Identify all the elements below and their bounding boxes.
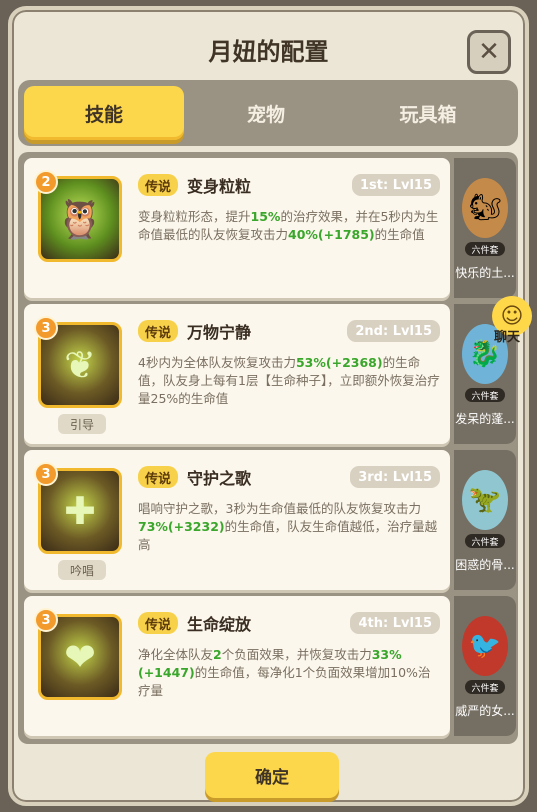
pet-slot[interactable]: 🐦 六件套 威严的女...	[454, 596, 516, 736]
pet-avatar: 🦖	[462, 470, 508, 530]
pet-set-tag: 六件套	[465, 680, 505, 694]
skill-description: 净化全体队友2个负面效果，并恢复攻击力33%(+1447)的生命值，每净化1个负…	[138, 647, 431, 698]
rarity-badge: 传说	[138, 320, 179, 342]
skill-description: 4秒内为全体队友恢复攻击力53%(+2368)的生命值，队友身上每有1层【生命种…	[138, 355, 440, 406]
chat-label: 聊天	[494, 330, 521, 345]
pet-avatar: 🐿	[462, 178, 508, 238]
tab-skills[interactable]: 技能	[24, 86, 184, 140]
skill-level-badge: 3	[34, 462, 58, 486]
skill-level-badge: 2	[34, 170, 58, 194]
dialog-title: 月妞的配置	[208, 38, 329, 66]
skill-name: 生命绽放	[187, 615, 252, 634]
skill-rank: 2nd: Lvl15	[347, 320, 440, 342]
rarity-badge: 传说	[138, 466, 179, 488]
pet-slot[interactable]: 🦖 六件套 困惑的骨...	[454, 450, 516, 590]
pet-avatar: 🐦	[462, 616, 508, 676]
pet-name: 困惑的骨...	[455, 558, 515, 572]
tab-toybox[interactable]: 玩具箱	[348, 86, 508, 140]
skill-name: 万物宁静	[187, 323, 252, 342]
pet-set-tag: 六件套	[465, 388, 505, 402]
pet-slot[interactable]: 🐿 六件套 快乐的土...	[454, 158, 516, 298]
skill-card[interactable]: ❤ 3 传说 生命绽放 4th: Lvl15 净化全体队友2个负面效果，并恢复攻…	[24, 596, 450, 736]
skill-card[interactable]: ❦ 3 引导 传说 万物宁静 2nd: Lvl15 4秒内为全体队友恢复攻击力5…	[24, 304, 450, 444]
skill-level-badge: 3	[34, 608, 58, 632]
skill-level-badge: 3	[34, 316, 58, 340]
skill-type-tag: 引导	[58, 414, 106, 434]
pet-set-tag: 六件套	[465, 242, 505, 256]
pet-name: 发呆的蓬...	[455, 412, 515, 426]
close-button[interactable]: ✕	[467, 30, 511, 74]
skill-type-tag: 吟唱	[58, 560, 106, 580]
pet-set-tag: 六件套	[465, 534, 505, 548]
skill-description: 唱响守护之歌，3秒为生命值最低的队友恢复攻击力73%(+3232)的生命值，队友…	[138, 501, 438, 552]
rarity-badge: 传说	[138, 174, 179, 196]
skill-description: 变身粒粒形态，提升15%的治疗效果，并在5秒内为生命值最低的队友恢复攻击力40%…	[138, 209, 439, 242]
skill-rank: 4th: Lvl15	[350, 612, 440, 634]
close-icon: ✕	[478, 37, 500, 67]
tab-pets[interactable]: 宠物	[186, 86, 346, 140]
pet-name: 快乐的土...	[455, 266, 515, 280]
confirm-button[interactable]: 确定	[205, 752, 339, 798]
smiley-icon: ☺	[500, 303, 524, 329]
skill-list: 🦉 2 传说 变身粒粒 1st: Lvl15 变身粒粒形态，提升15%的治疗效果…	[18, 152, 518, 744]
skill-name: 守护之歌	[187, 469, 252, 488]
skill-rank: 1st: Lvl15	[351, 174, 440, 196]
rarity-badge: 传说	[138, 612, 179, 634]
skill-card[interactable]: 🦉 2 传说 变身粒粒 1st: Lvl15 变身粒粒形态，提升15%的治疗效果…	[24, 158, 450, 298]
skill-rank: 3rd: Lvl15	[350, 466, 440, 488]
tab-bar: 技能 宠物 玩具箱	[18, 80, 518, 146]
config-dialog: 月妞的配置 ✕ 技能 宠物 玩具箱 🦉 2 传说 变身粒粒 1st: Lvl15…	[8, 6, 529, 806]
pet-name: 威严的女...	[455, 704, 515, 718]
skill-name: 变身粒粒	[187, 177, 252, 196]
skill-card[interactable]: ✚ 3 吟唱 传说 守护之歌 3rd: Lvl15 唱响守护之歌，3秒为生命值最…	[24, 450, 450, 590]
